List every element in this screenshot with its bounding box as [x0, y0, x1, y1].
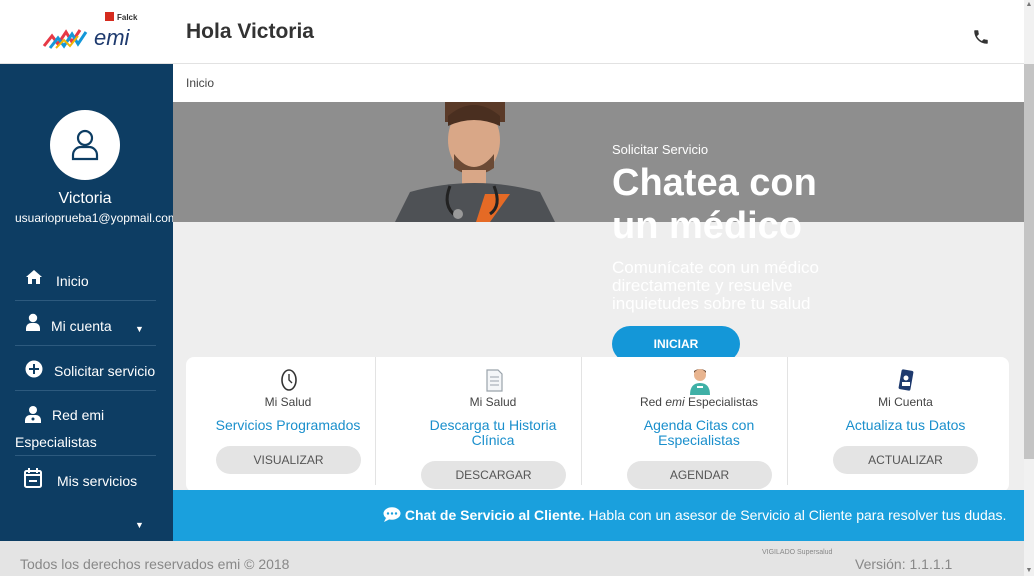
chat-banner-title[interactable]: Chat de Servicio al Cliente. — [405, 507, 585, 523]
scroll-down-arrow-icon[interactable]: ▼ — [1024, 566, 1034, 576]
agenda-citas-link[interactable]: Agenda Citas con Especialistas — [596, 418, 802, 448]
doctor-photo — [390, 102, 560, 222]
plus-circle-icon — [25, 360, 43, 381]
scroll-up-arrow-icon[interactable]: ▲ — [1024, 0, 1034, 10]
page-scrollbar-thumb[interactable] — [1024, 64, 1034, 459]
card-historia-clinica: Mi Salud Descarga tu Historia Clínica DE… — [390, 357, 596, 492]
services-cards: Mi Salud Servicios Programados VISUALIZA… — [186, 357, 1009, 492]
user-outline-icon — [71, 129, 99, 161]
descargar-button[interactable]: DESCARGAR — [421, 461, 566, 489]
document-icon — [483, 367, 507, 393]
version-text: Versión: 1.1.1.1 — [855, 556, 953, 572]
card-category: Mi Salud — [469, 395, 517, 409]
copyright-text: Todos los derechos reservados emi © 2018 — [20, 556, 290, 572]
hero-description: Comunícate con un médico directamente y … — [612, 258, 819, 313]
card-category: Mi Cuenta — [878, 395, 933, 409]
hero-title: Chatea con un médico — [612, 162, 817, 247]
id-card-icon — [895, 367, 919, 393]
user-email: usuarioprueba1@yopmail.com — [15, 211, 173, 225]
sidebar-item-inicio[interactable]: Inicio — [15, 256, 156, 301]
category-text: Red — [639, 395, 666, 409]
hero-subtitle: Solicitar Servicio — [612, 142, 709, 157]
top-header: Falck emi Hola Victoria — [0, 0, 1024, 64]
chat-banner-text: Chat de Servicio al Cliente. Habla con u… — [383, 507, 1006, 523]
user-name: Victoria — [58, 190, 112, 207]
card-servicios-programados: Mi Salud Servicios Programados VISUALIZA… — [186, 357, 390, 492]
sidebar-item-label-line2: Especialistas — [15, 434, 97, 450]
card-actualiza-datos: Mi Cuenta Actualiza tus Datos ACTUALIZAR — [802, 357, 1009, 492]
card-category: Red emi Especialistas — [596, 395, 802, 409]
sidebar-item-label: Mi cuenta — [51, 318, 112, 334]
actualiza-datos-link[interactable]: Actualiza tus Datos — [802, 418, 1009, 433]
actualizar-button[interactable]: ACTUALIZAR — [833, 446, 978, 474]
emi-logo[interactable]: Falck emi — [42, 10, 142, 56]
agendar-button[interactable]: AGENDAR — [627, 461, 772, 489]
sidebar: Victoria usuarioprueba1@yopmail.com Inic… — [0, 64, 173, 541]
category-emi: emi — [665, 395, 685, 409]
chevron-down-icon: ▼ — [135, 324, 144, 334]
home-icon — [25, 269, 43, 288]
clock-icon — [278, 367, 302, 393]
sidebar-item-mis-servicios[interactable]: Mis servicios — [15, 456, 156, 501]
chat-banner-description: Habla con un asesor de Servicio al Clien… — [584, 507, 1007, 523]
card-especialistas: Red emi Especialistas Agenda Citas con E… — [596, 357, 802, 492]
greeting-title: Hola Victoria — [186, 20, 314, 43]
breadcrumb-item-inicio[interactable]: Inicio — [186, 76, 214, 90]
servicios-programados-link[interactable]: Servicios Programados — [186, 418, 390, 433]
card-category: Mi Salud — [264, 395, 312, 409]
calendar-icon — [24, 468, 42, 491]
chevron-down-icon[interactable]: ▼ — [135, 520, 144, 530]
historia-clinica-link[interactable]: Descarga tu Historia Clínica — [390, 418, 596, 448]
falck-label: Falck — [117, 13, 138, 22]
user-icon — [26, 313, 40, 334]
phone-icon[interactable] — [972, 28, 992, 48]
sidebar-item-label: Solicitar servicio — [54, 363, 156, 379]
sidebar-item-label: Red emi — [52, 407, 105, 423]
sidebar-item-label: Mis servicios — [57, 473, 138, 489]
sidebar-item-solicitar-servicio[interactable]: Solicitar servicio — [15, 346, 156, 391]
sidebar-item-red-emi-especialistas[interactable]: Red emi Especialistas — [15, 391, 156, 456]
breadcrumb: Inicio — [173, 64, 1024, 102]
vigilado-supersalud-logo: VIGILADO Supersalud — [762, 549, 833, 556]
avatar[interactable] — [50, 110, 120, 180]
emi-wordmark: emi — [94, 25, 131, 50]
nurse-icon — [688, 367, 712, 395]
doctor-icon — [25, 405, 41, 426]
chat-bubble-icon — [383, 507, 405, 523]
sidebar-item-label: Inicio — [56, 273, 89, 289]
hero-banner — [173, 102, 1024, 222]
footer: Todos los derechos reservados emi © 2018… — [0, 541, 1024, 576]
chat-banner[interactable]: Chat de Servicio al Cliente. Habla con u… — [173, 490, 1024, 541]
sidebar-item-mi-cuenta[interactable]: Mi cuenta ▼ — [15, 301, 156, 346]
visualizar-button[interactable]: VISUALIZAR — [216, 446, 361, 474]
category-text: Especialistas — [684, 395, 759, 409]
